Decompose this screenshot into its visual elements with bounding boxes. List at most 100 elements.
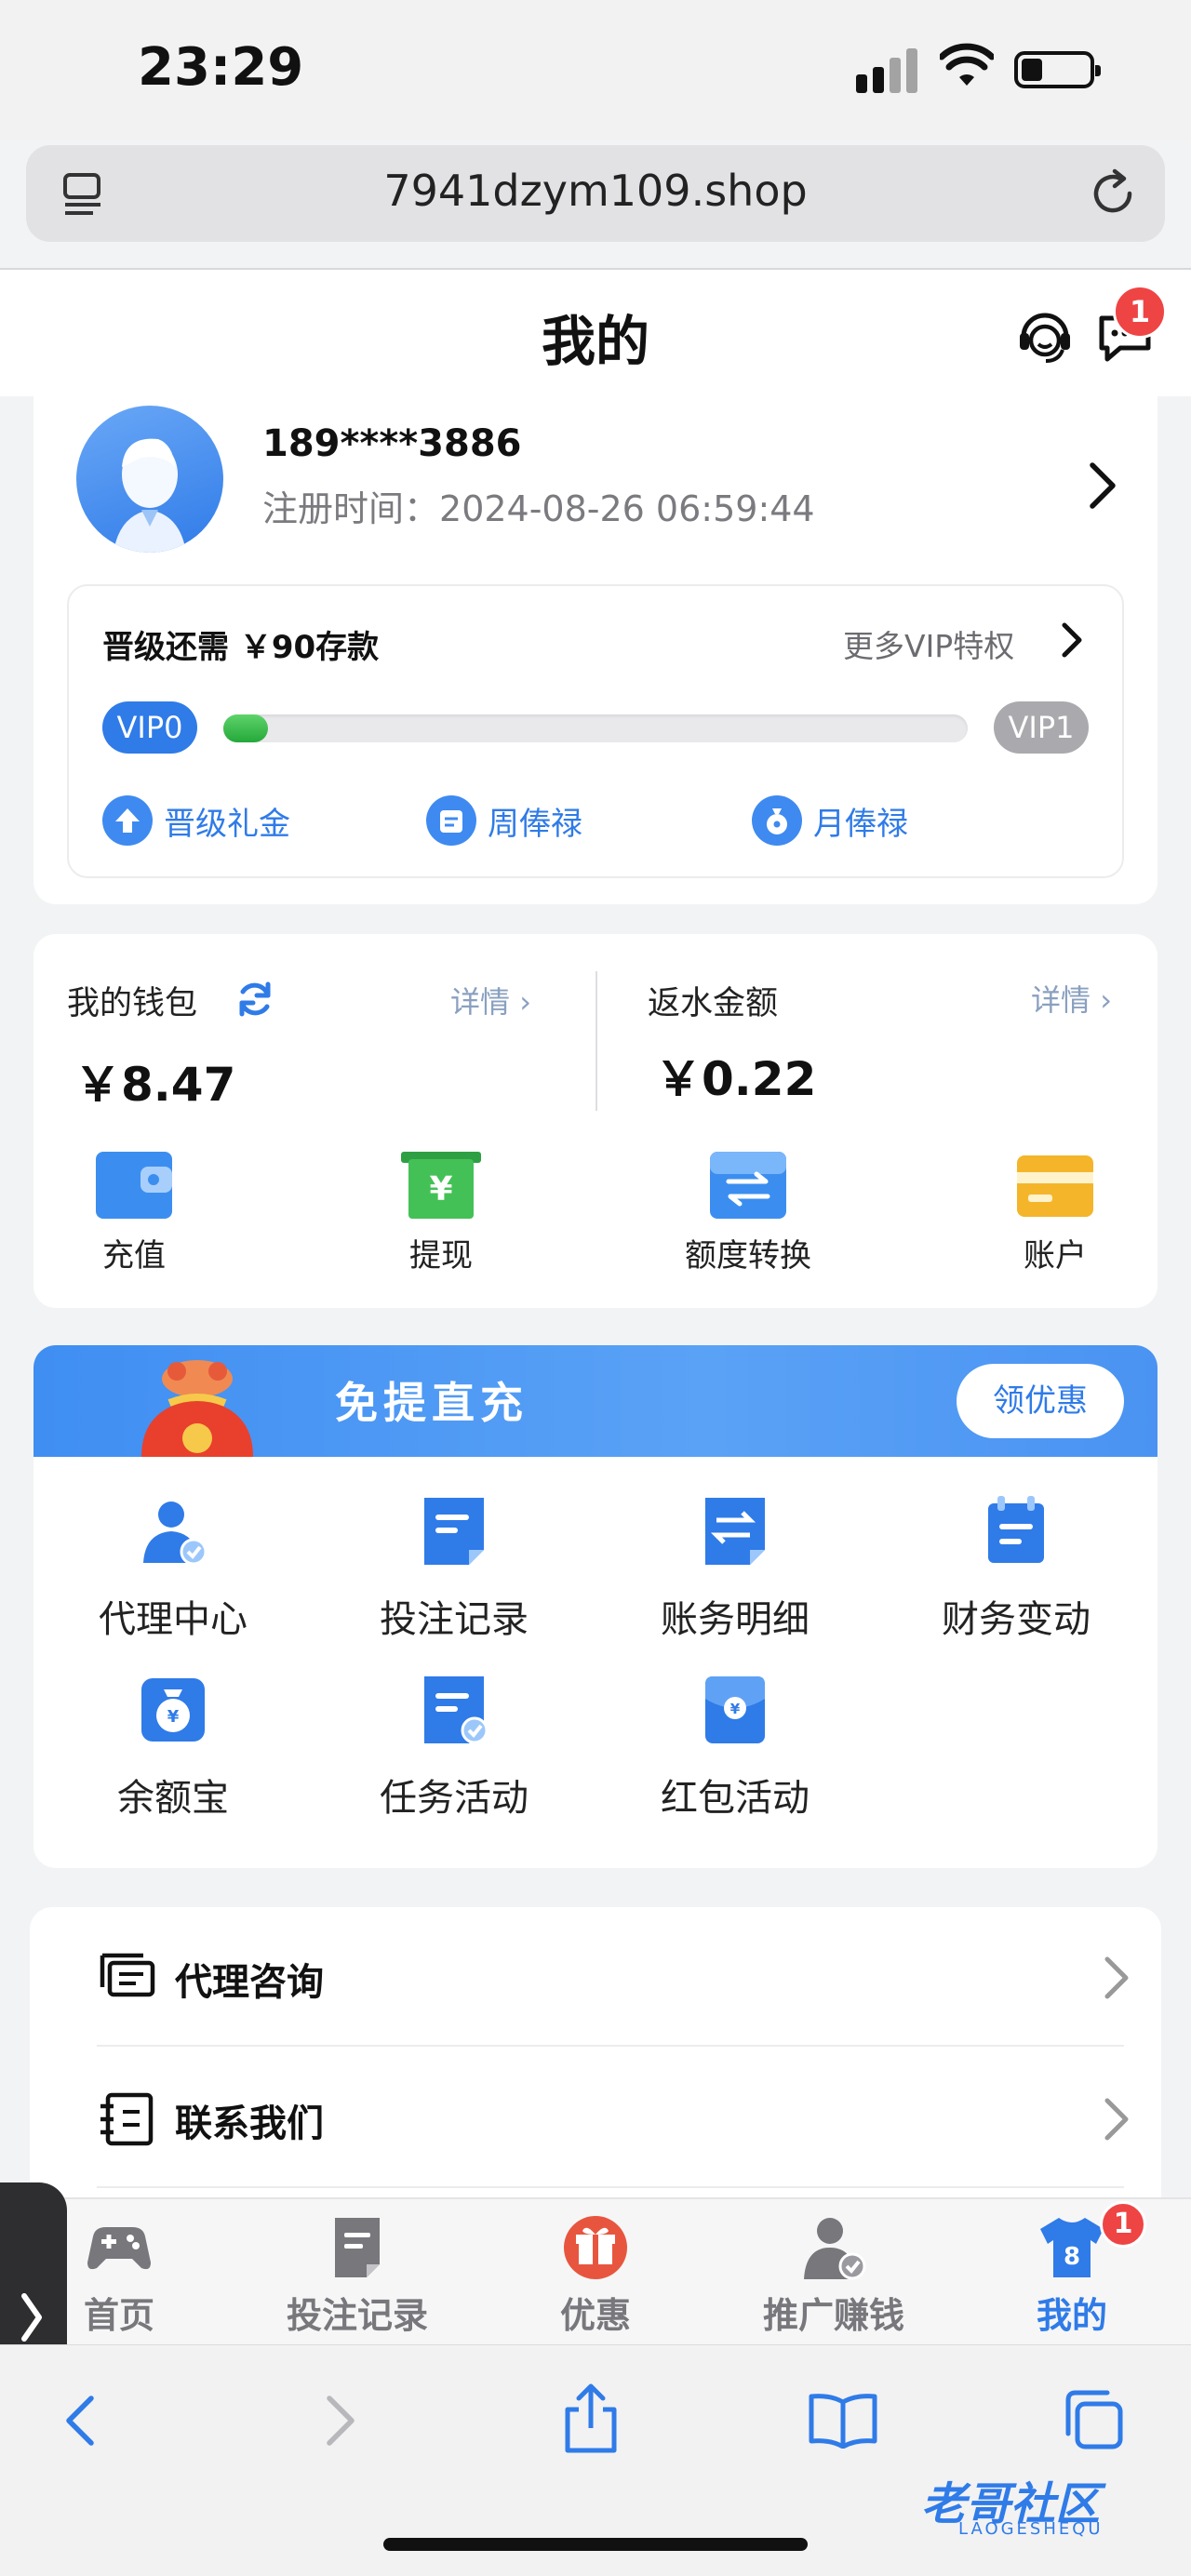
grid-label: 红包活动 [661, 1777, 810, 1820]
grid-item-finance-changes[interactable]: 财务变动 [877, 1494, 1156, 1643]
divider [97, 2186, 1124, 2188]
chevron-right-icon: › [1091, 982, 1112, 1018]
action-label: 额度转换 [685, 1237, 811, 1275]
grid-label: 代理中心 [99, 1598, 248, 1641]
rebate-label: 返水金额 [648, 985, 779, 1022]
register-label: 注册时间： [262, 488, 440, 529]
tab-bet-records[interactable]: 投注记录 [255, 2214, 460, 2338]
tab-promotions[interactable]: 优惠 [493, 2214, 698, 2338]
arrow-up-icon [102, 795, 153, 846]
chevron-right-icon[interactable] [1055, 620, 1087, 661]
my-wallet-label: 我的钱包 [67, 985, 198, 1022]
card-icon [1015, 1148, 1095, 1221]
grid-label: 账务明细 [661, 1598, 810, 1641]
chevron-right-icon [1104, 2098, 1129, 2141]
vip-upgrade-requirement: 晋级还需 ￥90存款 [102, 629, 380, 666]
back-icon[interactable] [58, 2393, 104, 2449]
list-item-contact-us[interactable]: 联系我们 [97, 2062, 1139, 2173]
perk-upgrade-bonus[interactable]: 晋级礼金 [102, 793, 290, 848]
message-badge: 1 [1113, 285, 1167, 339]
tab-label: 我的 [1036, 2295, 1107, 2336]
grid-item-task-activity[interactable]: 任务活动 [314, 1673, 594, 1822]
calendar-icon [426, 795, 476, 846]
page-title: 我的 [541, 310, 649, 373]
url-text[interactable]: 7941dzym109.shop [26, 166, 1165, 216]
account-button[interactable]: 账户 [981, 1148, 1130, 1275]
transfer-icon [708, 1148, 788, 1221]
vip-next-badge: VIP1 [994, 701, 1089, 754]
page-header: 我的 [0, 270, 1191, 396]
list-item-label: 联系我们 [175, 2102, 324, 2145]
address-bar[interactable]: 7941dzym109.shop [26, 145, 1165, 242]
register-time: 注册时间：2024-08-26 06:59:44 [262, 480, 815, 531]
share-icon[interactable] [558, 2382, 623, 2456]
customer-service-icon[interactable] [1014, 305, 1076, 367]
red-packet-icon: ¥ [698, 1673, 772, 1747]
tab-badge: 1 [1100, 2201, 1146, 2248]
grid-label: 财务变动 [942, 1598, 1091, 1641]
transfer-button[interactable]: 额度转换 [674, 1148, 823, 1275]
cellular-signal-icon [856, 48, 930, 93]
svg-text:¥: ¥ [730, 1701, 741, 1717]
chevron-right-icon[interactable] [1079, 458, 1126, 514]
claim-offer-button[interactable]: 领优惠 [957, 1364, 1124, 1438]
grid-item-red-packet[interactable]: ¥ 红包活动 [596, 1673, 875, 1822]
forward-icon[interactable] [316, 2393, 363, 2449]
calendar-icon [979, 1494, 1053, 1568]
money-bag-icon [752, 795, 802, 846]
grid-item-agent-center[interactable]: 代理中心 [33, 1494, 313, 1643]
grid-item-bet-records[interactable]: 投注记录 [314, 1494, 594, 1643]
detail-label: 详情 [450, 984, 511, 1020]
money-box-icon: ¥ [136, 1673, 210, 1747]
tabs-icon[interactable] [1061, 2387, 1126, 2452]
chevron-right-icon: › [510, 984, 531, 1020]
watermark-subtext: LAOGESHEQU [958, 2519, 1104, 2539]
svg-text:¥: ¥ [167, 1707, 180, 1727]
svg-text:¥: ¥ [429, 1170, 452, 1208]
wallet-icon [94, 1148, 174, 1221]
document-icon [417, 1494, 491, 1568]
vip-progress-bar [223, 714, 968, 742]
wallet-detail-link[interactable]: 详情 › [450, 979, 531, 1021]
gamepad-icon [86, 2214, 153, 2281]
reload-icon[interactable] [1087, 167, 1139, 220]
divider [97, 2045, 1124, 2047]
status-time: 23:29 [138, 37, 304, 98]
grid-label: 投注记录 [380, 1598, 529, 1641]
grid-label: 任务活动 [380, 1777, 529, 1820]
grid-item-account-details[interactable]: 账务明细 [596, 1494, 875, 1643]
lucky-bag-icon [141, 1360, 253, 1457]
agent-icon [136, 1494, 210, 1568]
bookmarks-icon[interactable] [808, 2391, 878, 2449]
avatar-person-icon [114, 438, 186, 553]
action-label: 充值 [102, 1237, 166, 1275]
register-value: 2024-08-26 06:59:44 [439, 488, 815, 529]
tab-label: 推广赚钱 [762, 2295, 904, 2336]
perk-label: 月俸禄 [813, 805, 908, 843]
chevron-right-icon [1104, 1956, 1129, 1999]
vip-current-badge: VIP0 [102, 701, 197, 754]
more-vip-link[interactable]: 更多VIP特权 [843, 621, 1014, 666]
action-label: 提现 [409, 1237, 473, 1275]
tab-referral[interactable]: 推广赚钱 [731, 2214, 936, 2338]
detail-label: 详情 [1031, 982, 1091, 1018]
withdraw-icon: ¥ [401, 1148, 481, 1221]
divider [596, 971, 597, 1111]
perk-label: 晋级礼金 [164, 805, 290, 843]
withdraw-button[interactable]: ¥ 提现 [367, 1148, 515, 1275]
jersey-icon: 8 [1038, 2214, 1105, 2281]
deposit-button[interactable]: 充值 [60, 1148, 208, 1275]
perk-weekly-salary[interactable]: 周俸禄 [426, 793, 582, 848]
chat-bubble-icon [100, 1953, 155, 1997]
refresh-icon[interactable] [234, 979, 275, 1020]
person-check-icon [800, 2214, 867, 2281]
contact-book-icon [100, 2092, 154, 2146]
rebate-detail-link[interactable]: 详情 › [1031, 977, 1112, 1020]
avatar[interactable] [76, 406, 223, 553]
home-indicator [383, 2538, 808, 2551]
tab-label: 投注记录 [286, 2295, 428, 2336]
perk-monthly-salary[interactable]: 月俸禄 [752, 793, 908, 848]
action-label: 账户 [1024, 1237, 1087, 1275]
list-item-agent-consult[interactable]: 代理咨询 [97, 1920, 1139, 2032]
grid-item-yuebao[interactable]: ¥ 余额宝 [33, 1673, 313, 1822]
